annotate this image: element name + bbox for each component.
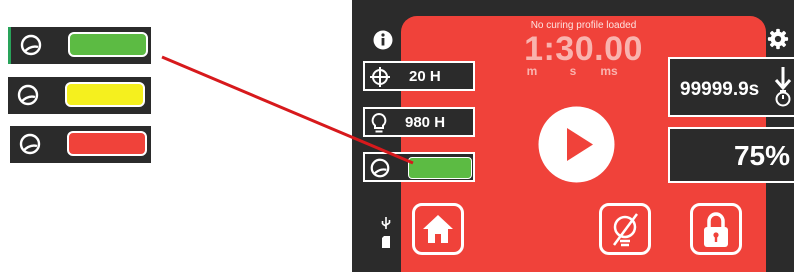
home-button[interactable] — [412, 203, 464, 255]
sensor-icon — [370, 158, 390, 178]
sensor-off-icon — [612, 213, 639, 247]
intensity-percent-value: 75% — [733, 140, 790, 171]
timer-unit-milliseconds: ms — [600, 64, 618, 78]
intensity-value: 20 H — [409, 68, 441, 85]
sensor-icon — [17, 84, 39, 106]
sensor-icon — [19, 133, 41, 155]
usb-icon — [381, 217, 391, 229]
status-pill-green — [68, 32, 148, 57]
timer-unit-minutes: m — [526, 64, 538, 78]
play-button[interactable] — [538, 106, 615, 183]
intensity-percent-readout[interactable]: 75% — [668, 127, 794, 183]
gear-icon[interactable] — [767, 28, 789, 50]
legend-strip-green — [8, 27, 151, 64]
cure-time-value: 99999.9s — [680, 79, 760, 100]
lock-icon — [704, 212, 728, 247]
lamp-hours-readout[interactable]: 980 H — [363, 107, 475, 137]
intensity-readout[interactable]: 20 H — [363, 61, 475, 91]
home-icon — [423, 215, 453, 243]
sd-card-icon — [382, 236, 390, 248]
lamp-hours-value: 980 H — [405, 114, 446, 131]
sensor-icon — [20, 34, 42, 56]
sensor-status-readout[interactable] — [363, 152, 475, 182]
status-pill-red — [67, 131, 147, 156]
lock-button[interactable] — [690, 203, 742, 255]
sensor-status-pill — [408, 157, 472, 179]
timer-down-icon — [774, 67, 792, 107]
status-pill-yellow — [65, 82, 145, 107]
legend-strip-yellow — [8, 77, 151, 114]
crosshair-icon — [370, 67, 390, 87]
timer-unit-seconds: s — [569, 64, 577, 78]
info-icon[interactable] — [373, 30, 393, 50]
legend-strip-red — [10, 126, 151, 163]
cure-time-readout[interactable]: 99999.9s — [668, 57, 794, 117]
lightbulb-icon — [371, 112, 387, 133]
sensor-off-button[interactable] — [599, 203, 651, 255]
